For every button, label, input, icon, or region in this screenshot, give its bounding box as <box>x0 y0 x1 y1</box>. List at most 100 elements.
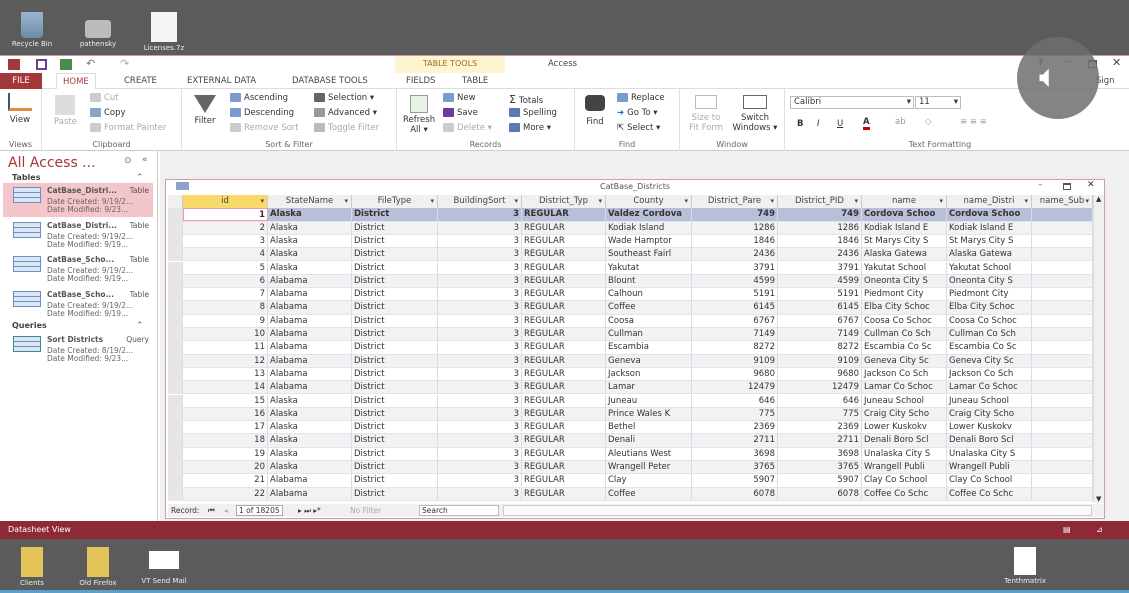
cell-district_typ[interactable]: REGULAR <box>522 341 606 355</box>
tables-section-header[interactable]: Tables <box>12 173 40 182</box>
first-record-icon[interactable]: ⏮ <box>208 504 215 517</box>
collapse-pane-icon[interactable]: « <box>142 155 148 165</box>
cell-district_pid[interactable]: 2711 <box>778 434 862 448</box>
cell-statename[interactable]: Alaska <box>268 407 352 421</box>
cell-id[interactable]: 16 <box>183 407 268 421</box>
cell-district_typ[interactable]: REGULAR <box>522 474 606 488</box>
cell-district_pare[interactable]: 2711 <box>692 434 778 448</box>
cell-district_pare[interactable]: 6767 <box>692 314 778 328</box>
cell-district_pid[interactable]: 12479 <box>778 381 862 395</box>
cell-name[interactable]: Wrangell Publi <box>862 461 947 474</box>
cell-filetype[interactable]: District <box>352 328 438 341</box>
row-selector[interactable] <box>168 328 183 341</box>
cell-name_distri[interactable]: Clay Co School <box>947 474 1032 488</box>
cell-district_pare[interactable]: 3765 <box>692 461 778 474</box>
toggle-filter-button[interactable]: Toggle Filter <box>314 123 379 133</box>
cell-name[interactable]: Juneau School <box>862 394 947 408</box>
cell-district_pid[interactable]: 8272 <box>778 341 862 355</box>
find-button[interactable]: Find <box>585 95 605 127</box>
cell-district_typ[interactable]: REGULAR <box>522 234 606 248</box>
nav-table-item[interactable]: CatBase_Distri... Table Date Created: 9/19… <box>3 183 153 217</box>
cell-filetype[interactable]: District <box>352 314 438 328</box>
desktop-icon-vt-send-mail[interactable]: VT Send Mail <box>134 547 194 585</box>
cell-statename[interactable]: Alabama <box>268 381 352 395</box>
cell-name_sub[interactable] <box>1032 208 1093 222</box>
cell-county[interactable]: Prince Wales K <box>606 407 692 421</box>
cell-filetype[interactable]: District <box>352 208 438 222</box>
cell-district_pare[interactable]: 6078 <box>692 487 778 501</box>
cell-statename[interactable]: Alabama <box>268 487 352 501</box>
record-position-input[interactable]: 1 of 18205 <box>236 505 283 516</box>
cell-buildingsort[interactable]: 3 <box>438 421 522 435</box>
desktop-icon-drive[interactable]: pathensky <box>68 12 128 48</box>
goto-button[interactable]: ➜ Go To ▾ <box>617 108 658 118</box>
desktop-icon-tenthmatrix[interactable]: Tenthmatrix <box>995 547 1055 585</box>
nav-table-item[interactable]: CatBase_Distri... Table Date Created: 9/19… <box>3 218 153 252</box>
cell-name_distri[interactable]: Cordova Schoo <box>947 208 1032 222</box>
tab-home[interactable]: HOME <box>56 73 96 89</box>
cell-buildingsort[interactable]: 3 <box>438 301 522 315</box>
nav-query-sort-districts[interactable]: Sort Districts Query Date Created: 8/19/2… <box>3 332 153 366</box>
tab-fields[interactable]: FIELDS <box>400 73 441 89</box>
cell-name_distri[interactable]: Lamar Co Schoc <box>947 381 1032 395</box>
cell-name[interactable]: Cordova Schoo <box>862 208 947 222</box>
cell-filetype[interactable]: District <box>352 248 438 262</box>
cell-name_sub[interactable] <box>1032 328 1093 341</box>
desktop-icon-licenses[interactable]: Licenses.7z <box>134 12 194 52</box>
cell-name_sub[interactable] <box>1032 354 1093 368</box>
cell-district_pid[interactable]: 9109 <box>778 354 862 368</box>
cell-name_distri[interactable]: Piedmont City <box>947 288 1032 302</box>
cell-statename[interactable]: Alabama <box>268 328 352 341</box>
cell-buildingsort[interactable]: 3 <box>438 474 522 488</box>
cell-name_sub[interactable] <box>1032 274 1093 288</box>
cell-name_distri[interactable]: Coffee Co Schc <box>947 487 1032 501</box>
bold-button[interactable]: B <box>797 119 803 129</box>
cell-name_distri[interactable]: Unalaska City S <box>947 447 1032 461</box>
cell-district_typ[interactable]: REGULAR <box>522 461 606 474</box>
maximize-icon[interactable] <box>1063 183 1071 190</box>
cell-statename[interactable]: Alabama <box>268 274 352 288</box>
nav-table-item[interactable]: CatBase_Scho... Table Date Created: 9/19/2… <box>3 252 153 286</box>
cell-district_typ[interactable]: REGULAR <box>522 487 606 501</box>
cell-district_pid[interactable]: 2436 <box>778 248 862 262</box>
column-dropdown-icon[interactable]: ▾ <box>770 195 774 208</box>
cell-district_pid[interactable]: 6767 <box>778 314 862 328</box>
cell-name[interactable]: Lamar Co Schoc <box>862 381 947 395</box>
cell-statename[interactable]: Alaska <box>268 261 352 275</box>
cell-buildingsort[interactable]: 3 <box>438 381 522 395</box>
cell-county[interactable]: Coffee <box>606 301 692 315</box>
table-row[interactable]: 11 Alabama District 3 REGULAR Escambia 8272 827… <box>168 341 1093 355</box>
cell-district_typ[interactable]: REGULAR <box>522 328 606 341</box>
cell-district_pid[interactable]: 3698 <box>778 447 862 461</box>
font-color-icon[interactable]: A <box>863 117 870 130</box>
cell-name_distri[interactable]: Geneva City Sc <box>947 354 1032 368</box>
cell-statename[interactable]: Alaska <box>268 461 352 474</box>
cell-district_pare[interactable]: 9680 <box>692 367 778 381</box>
cell-buildingsort[interactable]: 3 <box>438 447 522 461</box>
cell-id[interactable]: 20 <box>183 461 268 474</box>
row-selector[interactable] <box>168 421 183 435</box>
cell-name[interactable]: Coosa Co Schoc <box>862 314 947 328</box>
copy-button[interactable]: Copy <box>90 108 126 118</box>
cell-name[interactable]: Elba City Schoc <box>862 301 947 315</box>
cell-id[interactable]: 21 <box>183 474 268 488</box>
cell-district_pare[interactable]: 2369 <box>692 421 778 435</box>
cell-name_distri[interactable]: Alaska Gatewa <box>947 248 1032 262</box>
cell-district_pid[interactable]: 775 <box>778 407 862 421</box>
cell-filetype[interactable]: District <box>352 221 438 235</box>
nav-menu-icon[interactable]: ⊙ <box>124 156 132 166</box>
row-selector[interactable] <box>168 288 183 302</box>
cell-district_typ[interactable]: REGULAR <box>522 381 606 395</box>
table-row[interactable]: 2 Alaska District 3 REGULAR Kodiak Island 1286… <box>168 221 1093 235</box>
highlight-icon[interactable]: ab <box>895 117 906 127</box>
cell-name[interactable]: Piedmont City <box>862 288 947 302</box>
cell-id[interactable]: 7 <box>183 288 268 302</box>
cell-name[interactable]: Alaska Gatewa <box>862 248 947 262</box>
advanced-button[interactable]: Advanced ▾ <box>314 108 377 118</box>
cell-district_pid[interactable]: 5191 <box>778 288 862 302</box>
cell-district_pid[interactable]: 1286 <box>778 221 862 235</box>
cell-buildingsort[interactable]: 3 <box>438 288 522 302</box>
cell-name_sub[interactable] <box>1032 487 1093 501</box>
cell-district_pare[interactable]: 6145 <box>692 301 778 315</box>
cell-buildingsort[interactable]: 3 <box>438 248 522 262</box>
